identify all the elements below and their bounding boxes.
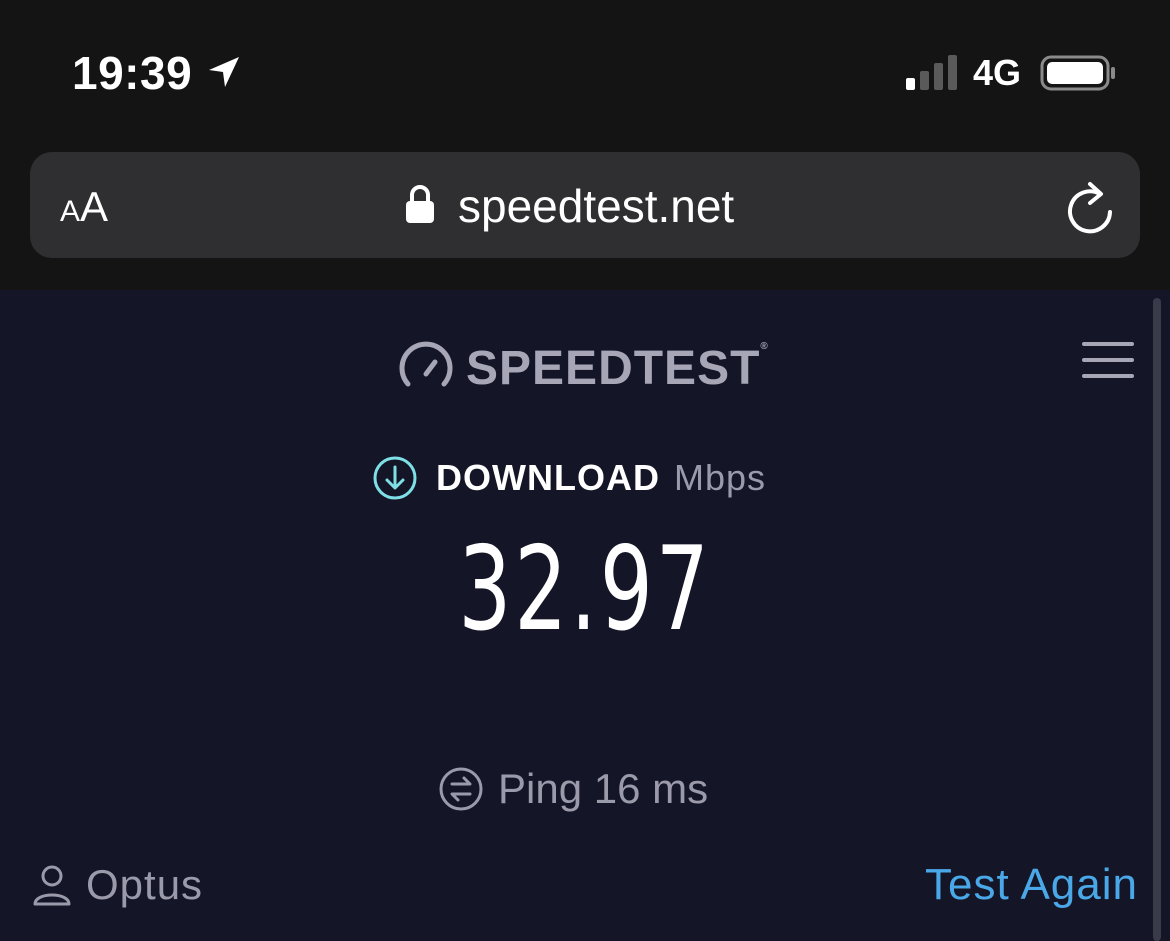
gauge-icon <box>399 341 453 387</box>
ping-result: Ping 16 ms <box>438 762 708 816</box>
speedtest-logo[interactable]: SPEEDTEST® <box>398 340 769 396</box>
text-size-large-glyph: A <box>80 183 109 230</box>
brand-name: SPEEDTEST® <box>466 341 769 396</box>
isp-info[interactable]: Optus <box>32 858 203 912</box>
isp-name: Optus <box>86 861 204 908</box>
ping-text: Ping 16 ms <box>498 765 709 812</box>
download-arrow-icon <box>373 456 417 500</box>
cellular-signal-icon <box>906 55 957 90</box>
location-arrow-icon <box>209 57 239 87</box>
status-bar: 19:39 4G <box>0 0 1170 145</box>
test-again-button[interactable]: Test Again <box>925 858 1138 912</box>
page-scrollbar[interactable] <box>1153 298 1161 941</box>
text-size-button[interactable]: AA <box>60 184 108 235</box>
registered-mark: ® <box>760 340 769 352</box>
user-icon <box>33 865 71 906</box>
network-type: 4G <box>973 52 1022 93</box>
hamburger-menu-icon[interactable] <box>1080 340 1136 380</box>
download-speed-value: 32.97 <box>458 522 712 657</box>
download-label: DOWNLOAD <box>436 457 660 498</box>
battery-icon <box>1040 55 1115 91</box>
text-size-small-glyph: A <box>60 195 81 228</box>
download-unit: Mbps <box>673 457 766 498</box>
reload-icon[interactable] <box>1064 178 1116 234</box>
brand-text: SPEEDTEST <box>466 341 761 395</box>
ping-icon <box>439 767 483 811</box>
download-heading: DOWNLOAD Mbps <box>372 452 812 504</box>
lock-icon <box>406 185 434 223</box>
status-time: 19:39 <box>72 47 193 99</box>
url-domain[interactable]: speedtest.net <box>458 178 734 234</box>
